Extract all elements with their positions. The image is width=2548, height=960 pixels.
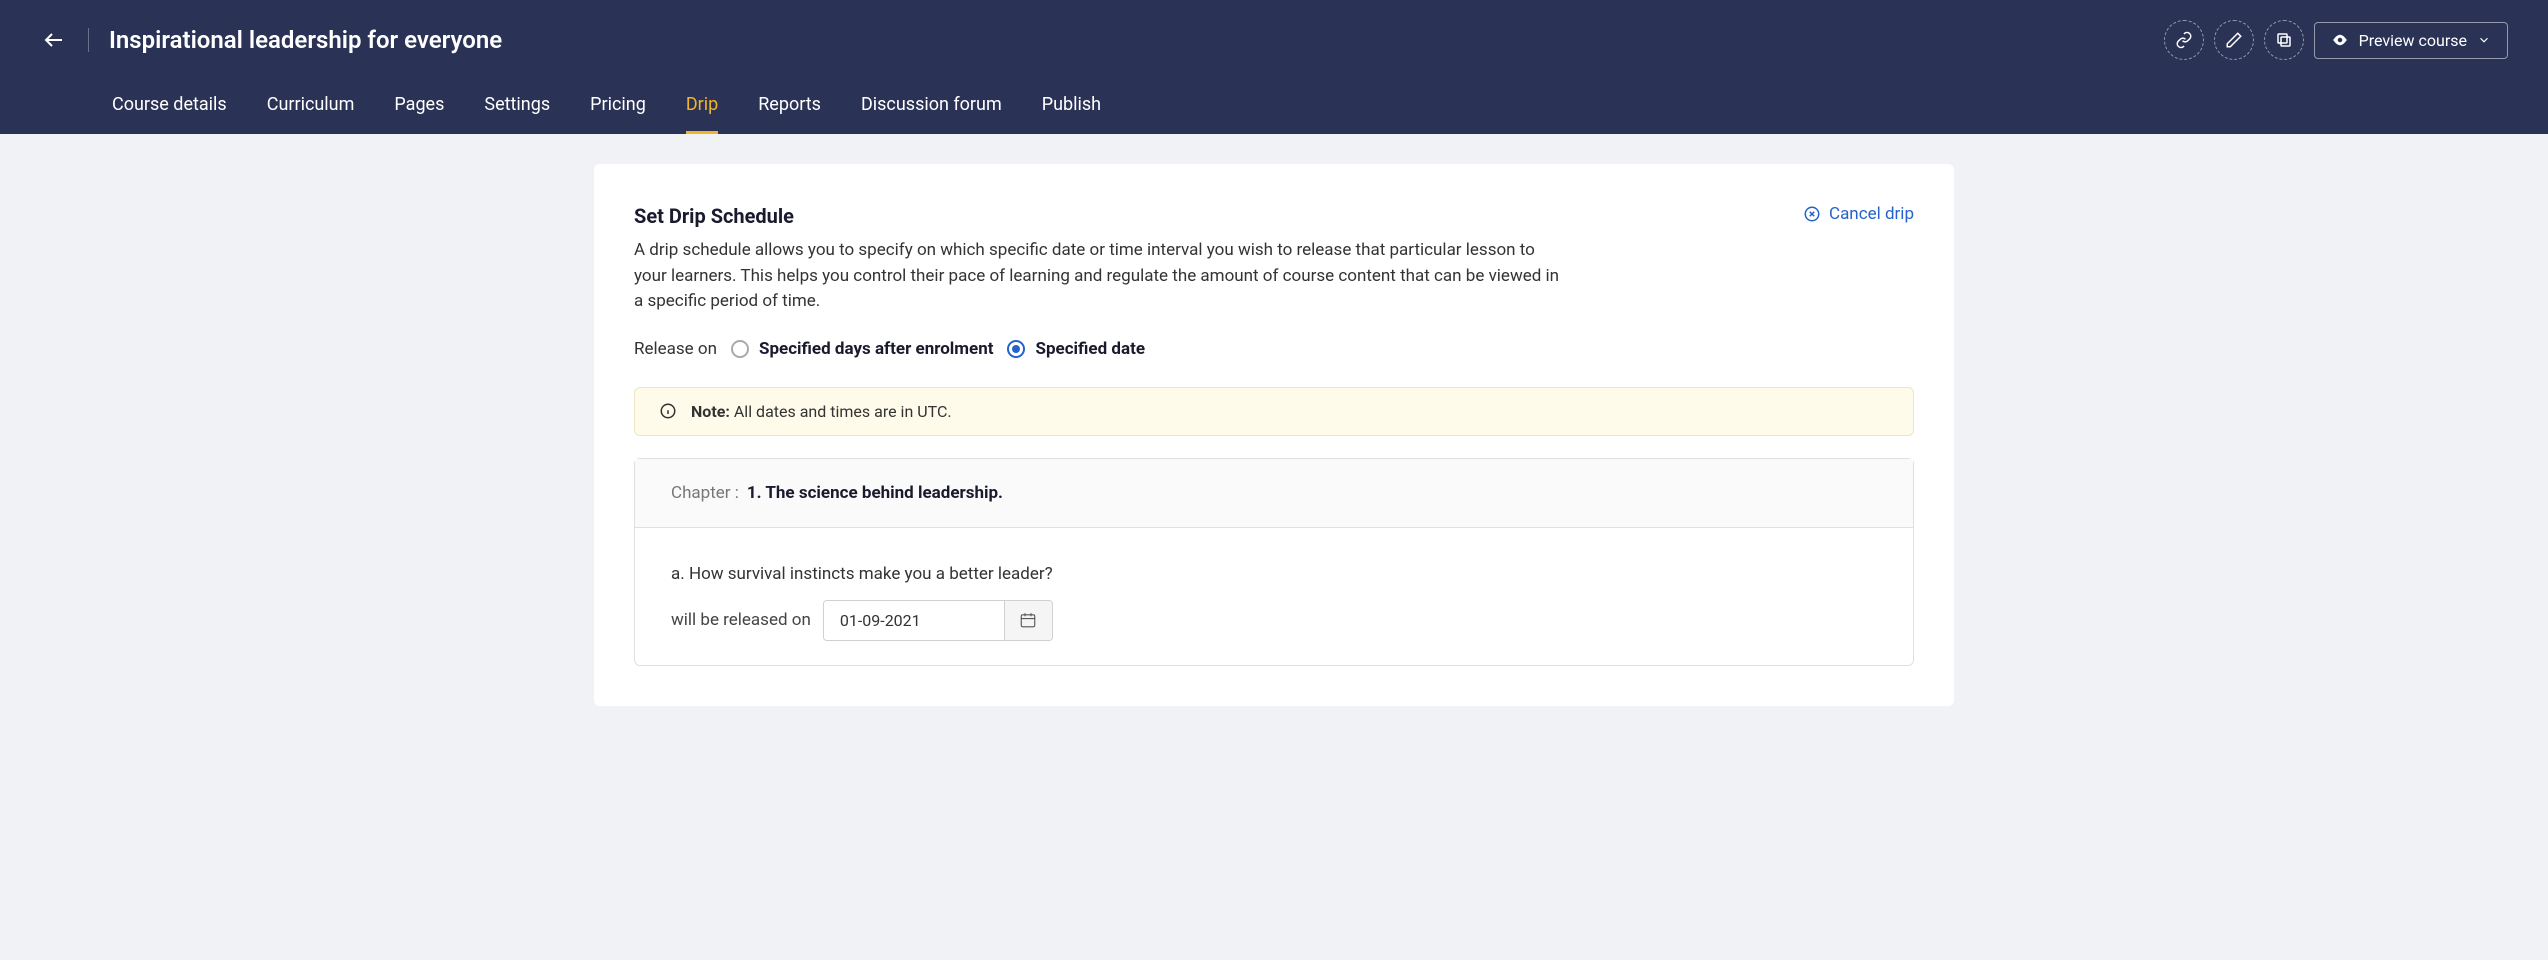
- tabs-nav: Course details Curriculum Pages Settings…: [0, 80, 2548, 134]
- radio-label: Specified days after enrolment: [759, 339, 994, 359]
- section-title: Set Drip Schedule: [634, 204, 794, 228]
- duplicate-icon-button[interactable]: [2264, 20, 2304, 60]
- lesson-title: a. How survival instincts make you a bet…: [671, 564, 1877, 584]
- radio-specified-date[interactable]: Specified date: [1007, 339, 1145, 359]
- preview-label: Preview course: [2359, 31, 2467, 50]
- tab-discussion-forum[interactable]: Discussion forum: [861, 80, 1002, 134]
- preview-course-button[interactable]: Preview course: [2314, 22, 2508, 59]
- date-picker-button[interactable]: [1004, 601, 1052, 640]
- release-on-label: Release on: [634, 339, 717, 359]
- chapter-title: 1. The science behind leadership.: [747, 483, 1003, 503]
- tab-drip[interactable]: Drip: [686, 80, 718, 134]
- radio-indicator: [731, 340, 749, 358]
- tab-settings[interactable]: Settings: [484, 80, 550, 134]
- radio-label: Specified date: [1035, 339, 1145, 359]
- tab-publish[interactable]: Publish: [1042, 80, 1101, 134]
- tab-curriculum[interactable]: Curriculum: [267, 80, 355, 134]
- tab-course-details[interactable]: Course details: [112, 80, 227, 134]
- cancel-label: Cancel drip: [1829, 204, 1914, 224]
- release-text: will be released on: [671, 610, 811, 630]
- section-description: A drip schedule allows you to specify on…: [634, 238, 1564, 315]
- link-icon-button[interactable]: [2164, 20, 2204, 60]
- note-label: Note:: [691, 402, 730, 421]
- divider: [88, 28, 89, 52]
- info-icon: [659, 402, 677, 420]
- radio-days-after-enrolment[interactable]: Specified days after enrolment: [731, 339, 994, 359]
- back-arrow[interactable]: [40, 26, 68, 54]
- eye-icon: [2331, 31, 2349, 49]
- calendar-icon: [1019, 611, 1037, 629]
- note-box: Note: All dates and times are in UTC.: [634, 387, 1914, 436]
- release-date-input[interactable]: [824, 601, 1004, 640]
- note-text: All dates and times are in UTC.: [734, 402, 952, 421]
- chapter-label: Chapter :: [671, 483, 739, 503]
- edit-icon-button[interactable]: [2214, 20, 2254, 60]
- page-title: Inspirational leadership for everyone: [109, 26, 2144, 54]
- cancel-drip-link[interactable]: Cancel drip: [1803, 204, 1914, 224]
- chevron-down-icon: [2477, 33, 2491, 47]
- cancel-icon: [1803, 205, 1821, 223]
- tab-pricing[interactable]: Pricing: [590, 80, 646, 134]
- chapter-box: Chapter : 1. The science behind leadersh…: [634, 458, 1914, 666]
- tab-pages[interactable]: Pages: [394, 80, 444, 134]
- tab-reports[interactable]: Reports: [758, 80, 821, 134]
- radio-indicator: [1007, 340, 1025, 358]
- lesson-row: a. How survival instincts make you a bet…: [635, 528, 1913, 665]
